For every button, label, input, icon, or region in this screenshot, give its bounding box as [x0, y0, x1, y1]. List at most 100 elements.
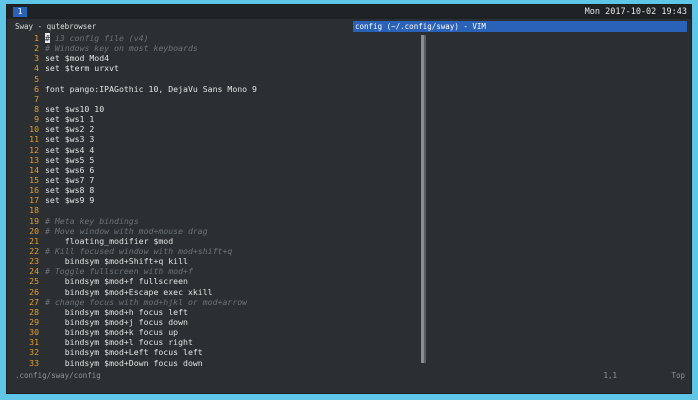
line-number: 6	[34, 83, 39, 94]
line-number: 10	[29, 124, 39, 135]
editor-line[interactable]: 15 set $ws7 7	[17, 175, 417, 185]
editor-line[interactable]: 1 # i3 config file (v4)	[17, 33, 417, 43]
status-clock: Mon 2017-10-02 19:43	[584, 7, 687, 17]
vim-editor[interactable]: 1 # i3 config file (v4) 2 # Windows key on …	[17, 33, 417, 369]
editor-line[interactable]: 20 # Move window with mod+mouse drag	[17, 226, 417, 236]
line-number: 21	[29, 235, 39, 246]
editor-line[interactable]: 3 set $mod Mod4	[17, 53, 417, 63]
line-number: 15	[29, 174, 39, 185]
line-text: bindsym $mod+l focus right	[45, 337, 193, 348]
line-text: # Move window with mod+mouse drag	[45, 225, 208, 236]
line-text: set $ws3 3	[45, 134, 95, 145]
editor-line[interactable]: 19 # Meta key bindings	[17, 216, 417, 226]
line-number: 20	[29, 225, 39, 236]
editor-line[interactable]: 31 bindsym $mod+l focus right	[17, 337, 417, 347]
editor-line[interactable]: 4 set $term urxvt	[17, 63, 417, 73]
editor-line[interactable]: 10 set $ws2 2	[17, 124, 417, 134]
line-number: 23	[29, 256, 39, 267]
line-number: 17	[29, 195, 39, 206]
line-number: 8	[34, 103, 39, 114]
editor-line[interactable]: 18	[17, 205, 417, 215]
line-text: # Kill focused window with mod+shift+q	[45, 245, 233, 256]
editor-line[interactable]: 25 bindsym $mod+f fullscreen	[17, 276, 417, 286]
workspace-button[interactable]: 1	[13, 7, 27, 17]
status-scroll-position: Top	[671, 371, 685, 380]
line-number: 1	[34, 33, 39, 43]
line-text: set $ws7 7	[45, 174, 95, 185]
line-number: 28	[29, 306, 39, 317]
editor-line[interactable]: 17 set $ws9 9	[17, 195, 417, 205]
line-text: bindsym $mod+Down focus down	[45, 357, 203, 368]
editor-line[interactable]: 21 floating_modifier $mod	[17, 236, 417, 246]
line-text: # Toggle fullscreen with mod+f	[45, 266, 193, 277]
line-number: 33	[29, 357, 39, 368]
editor-line[interactable]: 33 bindsym $mod+Down focus down	[17, 358, 417, 368]
desktop-screen: 1 Mon 2017-10-02 19:43 Sway - qutebrowse…	[6, 4, 692, 394]
editor-line[interactable]: 6 font pango:IPAGothic 10, DejaVu Sans Mo…	[17, 84, 417, 94]
line-number: 27	[29, 296, 39, 307]
window-split-shadow	[424, 35, 426, 363]
editor-line[interactable]: 8 set $ws10 10	[17, 104, 417, 114]
editor-line[interactable]: 16 set $ws8 8	[17, 185, 417, 195]
line-number: 29	[29, 316, 39, 327]
editor-line[interactable]: 9 set $ws1 1	[17, 114, 417, 124]
window-title-vim[interactable]: config (~/.config/sway) - VIM	[353, 21, 687, 32]
status-file-path: .config/sway/config	[15, 371, 101, 380]
line-text: set $ws2 2	[45, 124, 95, 135]
editor-line[interactable]: 24 # Toggle fullscreen with mod+f	[17, 266, 417, 276]
line-number: 2	[34, 43, 39, 54]
editor-line[interactable]: 27 # change focus with mod+hjkl or mod+ar…	[17, 297, 417, 307]
line-number: 26	[29, 286, 39, 297]
editor-line[interactable]: 13 set $ws5 5	[17, 155, 417, 165]
line-number: 22	[29, 245, 39, 256]
line-text: bindsym $mod+h focus left	[45, 306, 188, 317]
line-text: i3 config file (v4)	[49, 33, 149, 43]
line-text: bindsym $mod+Up focus up	[45, 368, 183, 369]
line-number: 34	[17, 368, 39, 369]
line-text: set $ws10 10	[45, 103, 105, 114]
line-number: 5	[34, 73, 39, 84]
line-text: bindsym $mod+Shift+q kill	[45, 256, 188, 267]
line-text: bindsym $mod+j focus down	[45, 316, 188, 327]
line-text: set $ws8 8	[45, 185, 95, 196]
editor-line[interactable]: 26 bindsym $mod+Escape exec xkill	[17, 287, 417, 297]
line-number: 16	[29, 185, 39, 196]
line-number: 24	[29, 266, 39, 277]
line-number: 11	[29, 134, 39, 145]
editor-line[interactable]: 22 # Kill focused window with mod+shift+q	[17, 246, 417, 256]
editor-line[interactable]: 2 # Windows key on most keyboards	[17, 43, 417, 53]
window-title-qutebrowser[interactable]: Sway - qutebrowser	[15, 21, 96, 32]
line-number: 32	[29, 347, 39, 358]
editor-line[interactable]: 12 set $ws4 4	[17, 145, 417, 155]
line-text: bindsym $mod+f fullscreen	[45, 276, 188, 287]
line-number: 30	[29, 327, 39, 338]
editor-line[interactable]: 5	[17, 74, 417, 84]
line-number: 19	[29, 215, 39, 226]
line-text: bindsym $mod+k focus up	[45, 327, 179, 338]
editor-line[interactable]: 34 bindsym $mod+Up focus up	[17, 368, 417, 369]
line-text: # Windows key on most keyboards	[45, 43, 198, 54]
status-cursor-position: 1,1	[603, 371, 617, 380]
sway-bar: 1 Mon 2017-10-02 19:43	[7, 5, 691, 19]
editor-line[interactable]: 32 bindsym $mod+Left focus left	[17, 347, 417, 357]
line-number: 25	[29, 276, 39, 287]
editor-line[interactable]: 28 bindsym $mod+h focus left	[17, 307, 417, 317]
line-number: 31	[29, 337, 39, 348]
line-number: 4	[34, 63, 39, 74]
line-text: # Meta key bindings	[45, 215, 139, 226]
editor-line[interactable]: 30 bindsym $mod+k focus up	[17, 327, 417, 337]
editor-line[interactable]: 14 set $ws6 6	[17, 165, 417, 175]
line-number: 12	[29, 144, 39, 155]
line-text: set $ws9 9	[45, 195, 95, 206]
line-number: 14	[29, 164, 39, 175]
line-number: 7	[34, 93, 39, 104]
line-text: bindsym $mod+Escape exec xkill	[45, 286, 213, 297]
vim-status-line: .config/sway/config 1,1 Top	[15, 371, 687, 381]
editor-line[interactable]: 7	[17, 94, 417, 104]
editor-line[interactable]: 11 set $ws3 3	[17, 134, 417, 144]
editor-line[interactable]: 23 bindsym $mod+Shift+q kill	[17, 256, 417, 266]
line-number: 9	[34, 114, 39, 125]
line-text: set $ws4 4	[45, 144, 95, 155]
editor-line[interactable]: 29 bindsym $mod+j focus down	[17, 317, 417, 327]
line-number: 18	[29, 205, 39, 216]
